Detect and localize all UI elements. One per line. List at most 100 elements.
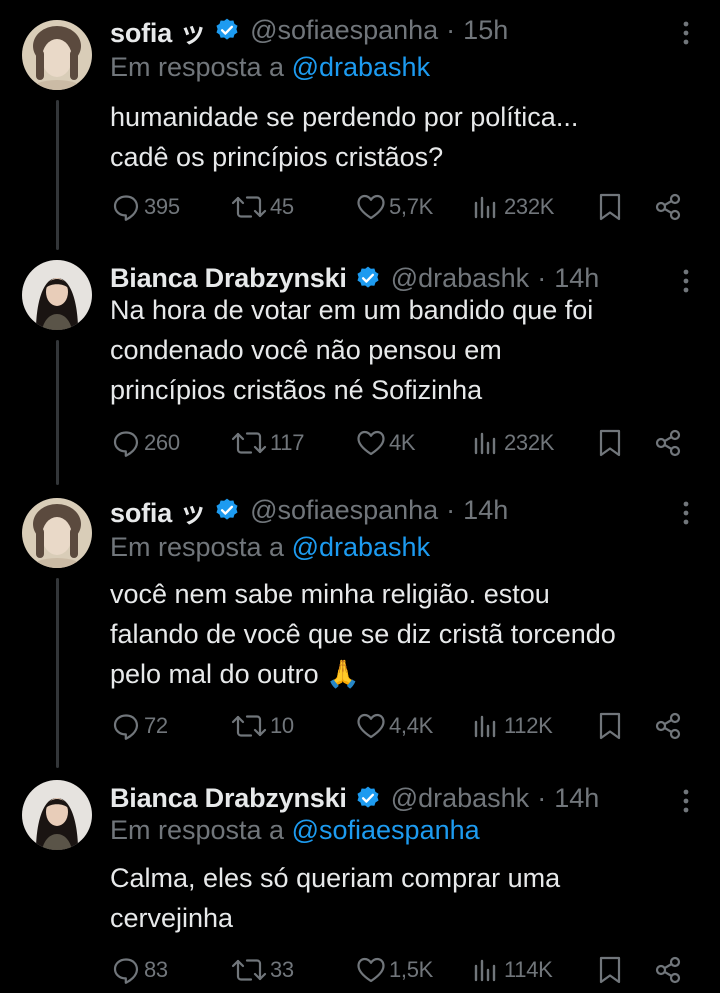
display-name[interactable]: sofia ッ bbox=[110, 11, 206, 50]
retweet-button[interactable]: 10 bbox=[230, 706, 294, 746]
bookmark-button[interactable] bbox=[596, 187, 624, 227]
action-bar: 72 10 4,4K 112K bbox=[0, 706, 720, 746]
display-name[interactable]: sofia ッ bbox=[110, 491, 206, 530]
reply-prefix: Em resposta a bbox=[110, 52, 285, 82]
tweet-text: Calma, eles só queriam comprar uma cerve… bbox=[110, 858, 700, 938]
tweet-text-line: condenado você não pensou em bbox=[110, 335, 502, 365]
handle[interactable]: @sofiaespanha bbox=[250, 15, 438, 46]
tweet[interactable]: sofia ッ @sofiaespanha · 15h Em resposta … bbox=[0, 0, 720, 250]
share-button[interactable] bbox=[652, 423, 684, 463]
tweet-text-line: pelo mal do outro 🙏 bbox=[110, 659, 360, 689]
display-name[interactable]: Bianca Drabzynski bbox=[110, 783, 347, 814]
like-icon bbox=[355, 710, 387, 742]
timestamp[interactable]: 14h bbox=[463, 495, 508, 526]
separator: · bbox=[537, 782, 547, 813]
bookmark-button[interactable] bbox=[596, 423, 624, 463]
share-icon bbox=[652, 427, 684, 459]
tweet-text-line: falando de você que se diz cristã torcen… bbox=[110, 619, 616, 649]
retweet-button[interactable]: 33 bbox=[230, 950, 294, 990]
retweet-icon bbox=[230, 191, 268, 223]
reply-button[interactable]: 395 bbox=[110, 187, 180, 227]
like-button[interactable]: 1,5K bbox=[355, 950, 433, 990]
verified-badge-icon bbox=[355, 785, 381, 811]
tweet-text-line: cervejinha bbox=[110, 903, 234, 933]
tweet[interactable]: Bianca Drabzynski @drabashk · 14h Na hor… bbox=[0, 248, 720, 480]
reply-prefix: Em resposta a bbox=[110, 532, 285, 562]
views-count: 112K bbox=[504, 713, 553, 738]
reply-button[interactable]: 83 bbox=[110, 950, 168, 990]
reply-count: 83 bbox=[144, 957, 168, 982]
reply-count: 72 bbox=[144, 713, 168, 738]
share-button[interactable] bbox=[652, 706, 684, 746]
tweet-header: sofia ッ @sofiaespanha · 15h bbox=[110, 12, 508, 48]
retweet-icon bbox=[230, 710, 268, 742]
timestamp[interactable]: 15h bbox=[463, 15, 508, 46]
more-icon[interactable] bbox=[678, 498, 694, 528]
more-icon[interactable] bbox=[678, 18, 694, 48]
views-count: 232K bbox=[504, 194, 555, 219]
retweet-icon bbox=[230, 954, 268, 986]
verified-badge-icon bbox=[355, 265, 381, 291]
reply-button[interactable]: 72 bbox=[110, 706, 168, 746]
retweet-count: 33 bbox=[270, 957, 294, 982]
separator: · bbox=[446, 14, 456, 45]
display-name[interactable]: Bianca Drabzynski bbox=[110, 263, 347, 294]
separator: · bbox=[537, 262, 547, 293]
reply-to-link[interactable]: @drabashk bbox=[292, 532, 430, 562]
views-button[interactable]: 232K bbox=[470, 187, 554, 227]
avatar-bianca[interactable] bbox=[22, 780, 92, 850]
timestamp[interactable]: 14h bbox=[554, 263, 599, 294]
like-count: 4,4K bbox=[389, 713, 434, 738]
bookmark-icon bbox=[596, 191, 624, 223]
handle[interactable]: @drabashk bbox=[391, 263, 529, 294]
retweet-icon bbox=[230, 427, 268, 459]
handle[interactable]: @sofiaespanha bbox=[250, 495, 438, 526]
bookmark-icon bbox=[596, 710, 624, 742]
tweet-text-line: princípios cristãos né Sofizinha bbox=[110, 375, 483, 405]
retweet-count: 117 bbox=[270, 430, 305, 455]
action-bar: 395 45 5,7K 232K bbox=[0, 187, 720, 227]
views-icon bbox=[470, 710, 502, 742]
like-icon bbox=[355, 191, 387, 223]
handle[interactable]: @drabashk bbox=[391, 783, 529, 814]
views-icon bbox=[470, 954, 502, 986]
like-button[interactable]: 4,4K bbox=[355, 706, 433, 746]
separator: · bbox=[446, 494, 456, 525]
share-button[interactable] bbox=[652, 950, 684, 990]
retweet-button[interactable]: 117 bbox=[230, 423, 304, 463]
avatar-sofia[interactable] bbox=[22, 498, 92, 568]
reply-to-link[interactable]: @drabashk bbox=[292, 52, 430, 82]
views-button[interactable]: 114K bbox=[470, 950, 553, 990]
share-button[interactable] bbox=[652, 187, 684, 227]
avatar-bianca[interactable] bbox=[22, 260, 92, 330]
reply-icon bbox=[110, 710, 142, 742]
tweet-header: Bianca Drabzynski @drabashk · 14h bbox=[110, 780, 599, 816]
more-icon[interactable] bbox=[678, 786, 694, 816]
action-bar: 260 117 4K 232K bbox=[0, 423, 720, 463]
reply-button[interactable]: 260 bbox=[110, 423, 180, 463]
views-button[interactable]: 232K bbox=[470, 423, 554, 463]
reply-to-link[interactable]: @sofiaespanha bbox=[292, 815, 480, 845]
bookmark-button[interactable] bbox=[596, 706, 624, 746]
views-button[interactable]: 112K bbox=[470, 706, 553, 746]
like-count: 1,5K bbox=[389, 957, 434, 982]
tweet-text: você nem sabe minha religião. estou fala… bbox=[110, 574, 700, 694]
reply-context: Em resposta a @drabashk bbox=[110, 52, 430, 83]
reply-context: Em resposta a @drabashk bbox=[110, 532, 430, 563]
views-icon bbox=[470, 191, 502, 223]
reply-icon bbox=[110, 954, 142, 986]
like-button[interactable]: 5,7K bbox=[355, 187, 433, 227]
like-button[interactable]: 4K bbox=[355, 423, 416, 463]
tweet[interactable]: sofia ッ @sofiaespanha · 14h Em resposta … bbox=[0, 480, 720, 770]
retweet-button[interactable]: 45 bbox=[230, 187, 294, 227]
reply-count: 395 bbox=[144, 194, 180, 219]
timestamp[interactable]: 14h bbox=[554, 783, 599, 814]
reply-icon bbox=[110, 191, 142, 223]
share-icon bbox=[652, 710, 684, 742]
retweet-count: 45 bbox=[270, 194, 294, 219]
reply-icon bbox=[110, 427, 142, 459]
tweet[interactable]: Bianca Drabzynski @drabashk · 14h Em res… bbox=[0, 768, 720, 993]
like-icon bbox=[355, 954, 387, 986]
avatar-sofia[interactable] bbox=[22, 20, 92, 90]
bookmark-button[interactable] bbox=[596, 950, 624, 990]
